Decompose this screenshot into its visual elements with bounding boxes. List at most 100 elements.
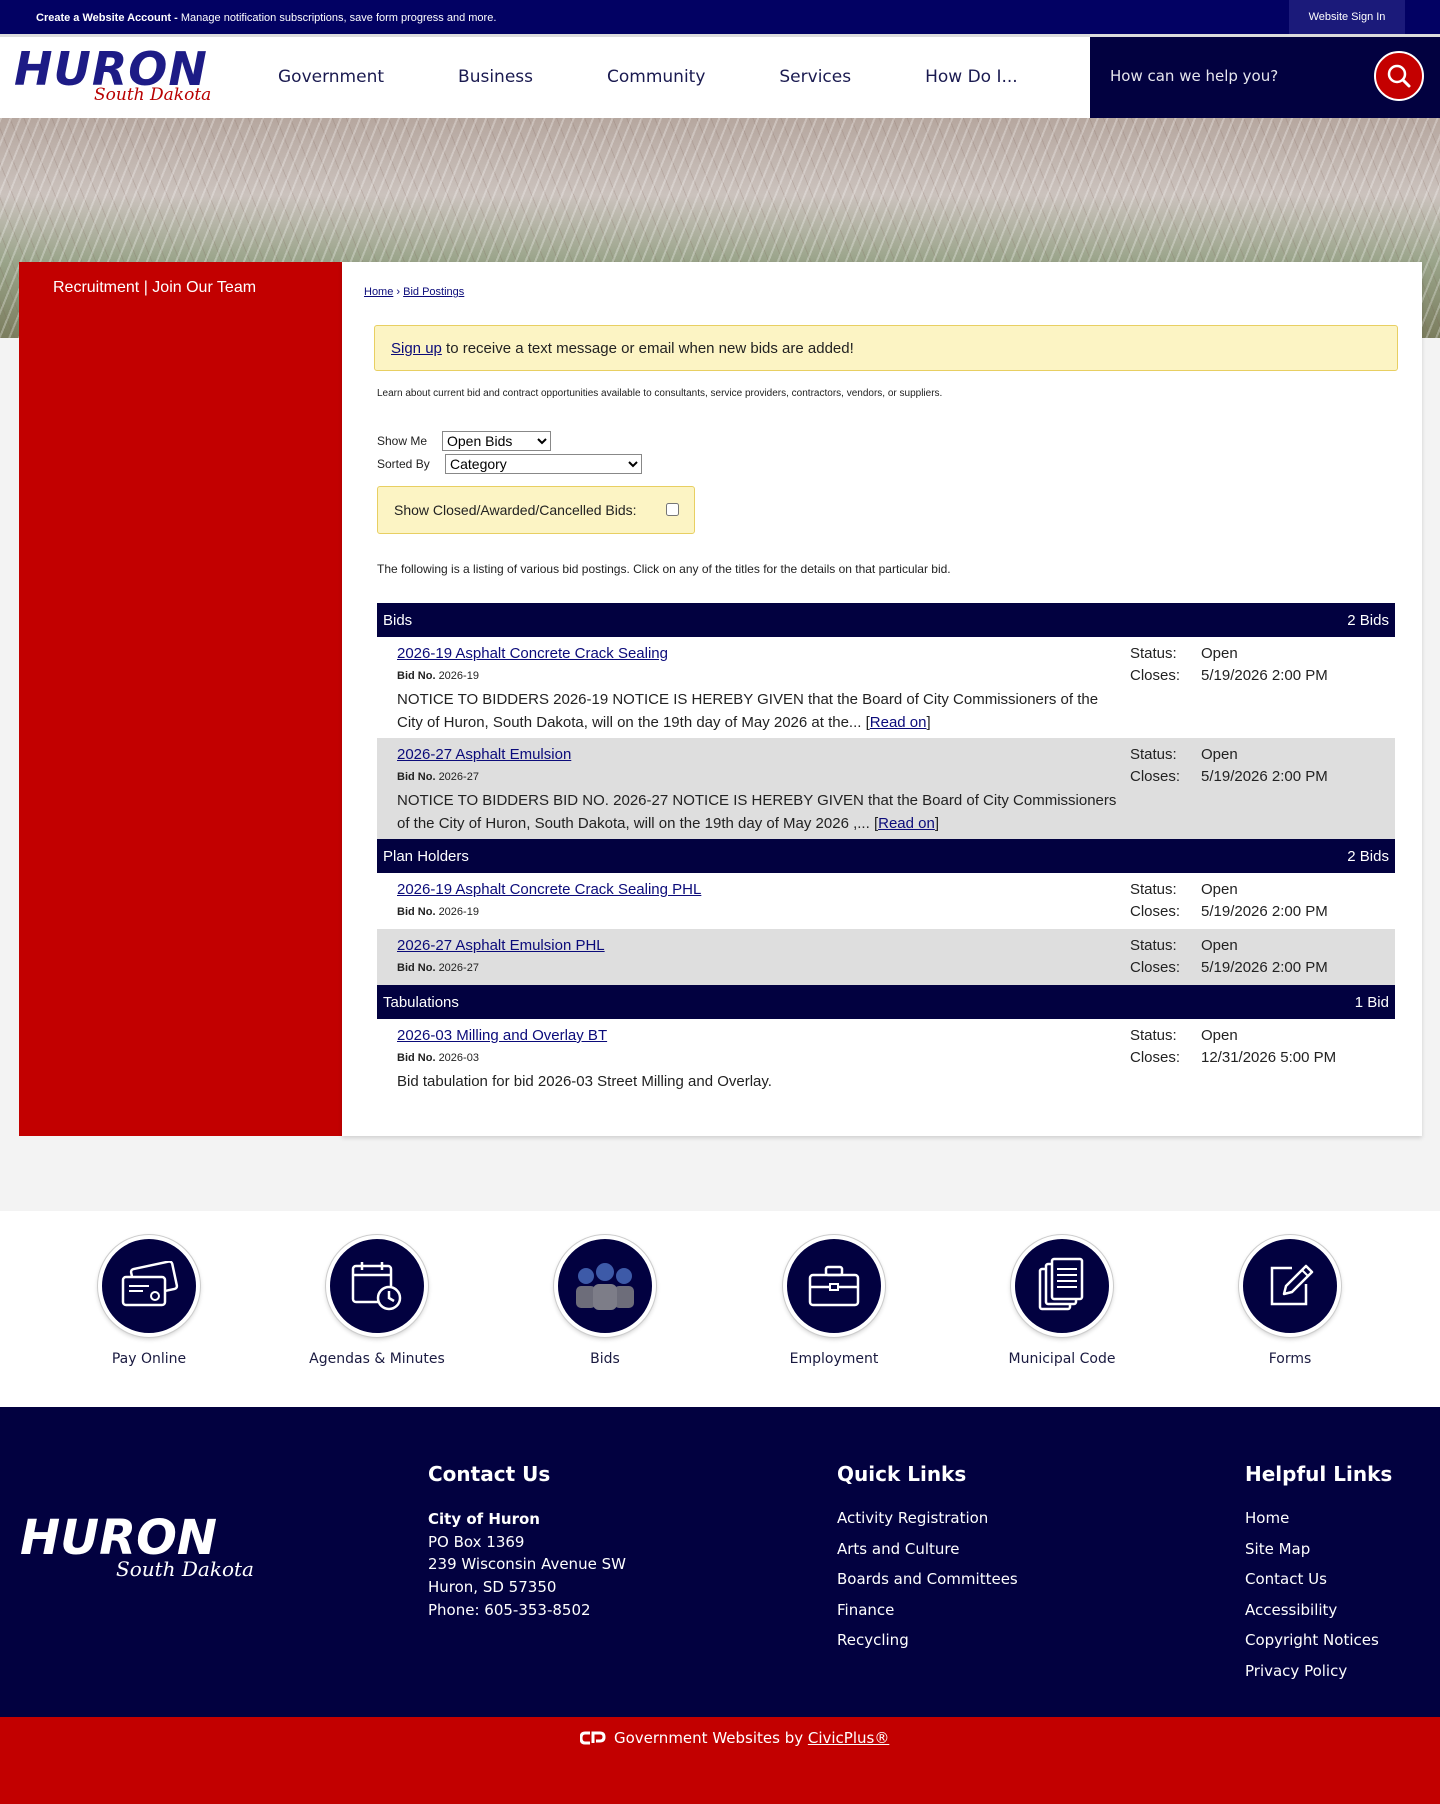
listing-description: The following is a listing of various bi… (377, 562, 951, 576)
read-on-link[interactable]: Read on (878, 815, 935, 832)
footer-link-recycling[interactable]: Recycling (837, 1625, 1018, 1656)
quick-link-circle (1011, 1235, 1113, 1337)
edit-form-icon (1270, 1264, 1314, 1306)
footer-link-accessibility[interactable]: Accessibility (1245, 1595, 1392, 1626)
nav-services[interactable]: Services (779, 37, 851, 117)
closes-value: 5/19/2026 2:00 PM (1201, 768, 1328, 785)
footer-logo[interactable]: HURON South Dakota (20, 1514, 320, 1581)
footer-contact-line: Huron, SD 57350 (428, 1578, 557, 1597)
quick-link-employment[interactable]: Employment (744, 1235, 924, 1367)
footer-link-site-map[interactable]: Site Map (1245, 1534, 1392, 1565)
footer-contact-line: PO Box 1369 (428, 1532, 525, 1551)
create-account-link[interactable]: Create a Website Account - (36, 12, 178, 24)
quick-link-icons: Pay Online Agendas & Minutes Bids Employ… (0, 1211, 1440, 1407)
footer-link-copyright[interactable]: Copyright Notices (1245, 1625, 1392, 1656)
civicplus-credit: Government Websites by CivicPlus® (579, 1729, 889, 1747)
civicplus-icon (579, 1731, 606, 1745)
sidebar: Recruitment | Join Our Team (19, 262, 342, 1136)
site-header: HURON South Dakota Government Business C… (0, 34, 1440, 118)
bid-no-value: 2026-03 (438, 1052, 479, 1064)
closes-value: 5/19/2026 2:00 PM (1201, 903, 1328, 920)
status-value: Open (1201, 937, 1238, 954)
status-label: Status: (1130, 746, 1177, 763)
nav-business[interactable]: Business (458, 37, 533, 117)
show-closed-label: Show Closed/Awarded/Cancelled Bids: (394, 502, 637, 518)
site-footer: HURON South Dakota Contact Us City of Hu… (0, 1407, 1440, 1717)
nav-government[interactable]: Government (278, 37, 384, 117)
footer-link-activity-registration[interactable]: Activity Registration (837, 1503, 1018, 1534)
quick-link-agendas-minutes[interactable]: Agendas & Minutes (287, 1235, 467, 1367)
search-button[interactable] (1374, 51, 1424, 101)
footer-link-contact-us[interactable]: Contact Us (1245, 1564, 1392, 1595)
bid-number: Bid No. 2026-27 (397, 962, 479, 974)
quick-link-municipal-code[interactable]: Municipal Code (972, 1235, 1152, 1367)
workers-icon (576, 1263, 634, 1310)
quick-link-forms[interactable]: Forms (1200, 1235, 1380, 1367)
footer-link-home[interactable]: Home (1245, 1503, 1392, 1534)
nav-community[interactable]: Community (607, 37, 705, 117)
show-me-select[interactable]: Open Bids (442, 431, 551, 451)
footer-contact-heading: Contact Us (428, 1462, 551, 1486)
footer-contact-name: City of Huron (428, 1510, 540, 1528)
status-label: Status: (1130, 881, 1177, 898)
bid-no-value: 2026-19 (438, 906, 479, 918)
logo-subtitle: South Dakota (94, 85, 212, 105)
search-input[interactable] (1110, 61, 1340, 91)
bid-description-text: NOTICE TO BIDDERS 2026-19 NOTICE IS HERE… (397, 691, 1099, 731)
closes-value: 5/19/2026 2:00 PM (1201, 667, 1328, 684)
footer-link-privacy[interactable]: Privacy Policy (1245, 1656, 1392, 1687)
bid-description: NOTICE TO BIDDERS 2026-19 NOTICE IS HERE… (397, 691, 1099, 731)
category-header-bids: Bids 2 Bids (377, 603, 1395, 637)
breadcrumb-home[interactable]: Home (364, 286, 393, 298)
sorted-by-select[interactable]: Category (445, 454, 642, 474)
quick-link-label: Pay Online (111, 1351, 187, 1367)
bid-title-link[interactable]: 2026-27 Asphalt Emulsion (397, 746, 571, 763)
bid-number: Bid No. 2026-27 (397, 771, 479, 783)
show-closed-box: Show Closed/Awarded/Cancelled Bids: (377, 486, 695, 534)
footer-link-arts-culture[interactable]: Arts and Culture (837, 1534, 1018, 1565)
website-sign-in-button[interactable]: Website Sign In (1289, 0, 1405, 34)
bid-title-link[interactable]: 2026-19 Asphalt Concrete Crack Sealing P… (397, 881, 701, 898)
quick-link-label: Municipal Code (1008, 1351, 1116, 1367)
bid-number: Bid No. 2026-03 (397, 1052, 479, 1064)
footer-link-boards-committees[interactable]: Boards and Committees (837, 1564, 1018, 1595)
quick-link-label: Agendas & Minutes (309, 1351, 445, 1367)
huron-logo[interactable]: HURON South Dakota (14, 46, 254, 107)
civicplus-link[interactable]: CivicPlus® (808, 1729, 889, 1747)
footer-contact-line: 239 Wisconsin Avenue SW (428, 1555, 626, 1574)
sorted-by-label: Sorted By (377, 457, 430, 471)
quick-link-bids[interactable]: Bids (515, 1235, 695, 1367)
sign-up-link[interactable]: Sign up (391, 340, 442, 357)
quick-link-pay-online[interactable]: Pay Online (59, 1235, 239, 1367)
category-header-tabulations: Tabulations 1 Bid (377, 985, 1395, 1019)
footer-link-finance[interactable]: Finance (837, 1595, 1018, 1626)
bid-title-link[interactable]: 2026-27 Asphalt Emulsion PHL (397, 937, 605, 954)
breadcrumb-bid-postings[interactable]: Bid Postings (403, 286, 464, 298)
footer-contact: Contact Us City of Huron PO Box 1369 239… (428, 1462, 626, 1622)
closes-label: Closes: (1130, 1049, 1181, 1066)
read-on-link[interactable]: Read on (870, 714, 927, 731)
category-header-plan-holders: Plan Holders 2 Bids (377, 839, 1395, 873)
bid-no-value: 2026-27 (438, 771, 479, 783)
bid-no-label: Bid No. (397, 962, 436, 974)
bid-title-link[interactable]: 2026-19 Asphalt Concrete Crack Sealing (397, 645, 668, 662)
documents-icon (1038, 1257, 1084, 1311)
category-count: 2 Bids (1347, 612, 1389, 629)
bid-no-value: 2026-19 (438, 670, 479, 682)
create-account-message[interactable]: Create a Website Account - Manage notifi… (36, 12, 496, 24)
signup-alert: Sign up to receive a text message or ema… (374, 325, 1398, 371)
footer-contact-phone[interactable]: Phone: 605-353-8502 (428, 1599, 626, 1622)
main-content: Home › Bid Postings Sign up to receive a… (342, 262, 1422, 1136)
nav-how-do-i[interactable]: How Do I... (925, 37, 1018, 117)
bid-no-label: Bid No. (397, 1052, 436, 1064)
closes-label: Closes: (1130, 903, 1181, 920)
search-icon (1387, 64, 1411, 88)
main-nav: Government Business Community Services H… (278, 37, 1092, 117)
category-name: Plan Holders (383, 848, 469, 865)
sidebar-item-recruitment[interactable]: Recruitment | Join Our Team (53, 279, 256, 297)
footer-logo-subtitle: South Dakota (116, 1557, 254, 1581)
bid-row: 2026-19 Asphalt Concrete Crack Sealing P… (377, 873, 1395, 929)
bid-title-link[interactable]: 2026-03 Milling and Overlay BT (397, 1027, 607, 1044)
top-bar: Create a Website Account - Manage notifi… (0, 0, 1440, 34)
show-closed-checkbox[interactable] (666, 503, 679, 516)
